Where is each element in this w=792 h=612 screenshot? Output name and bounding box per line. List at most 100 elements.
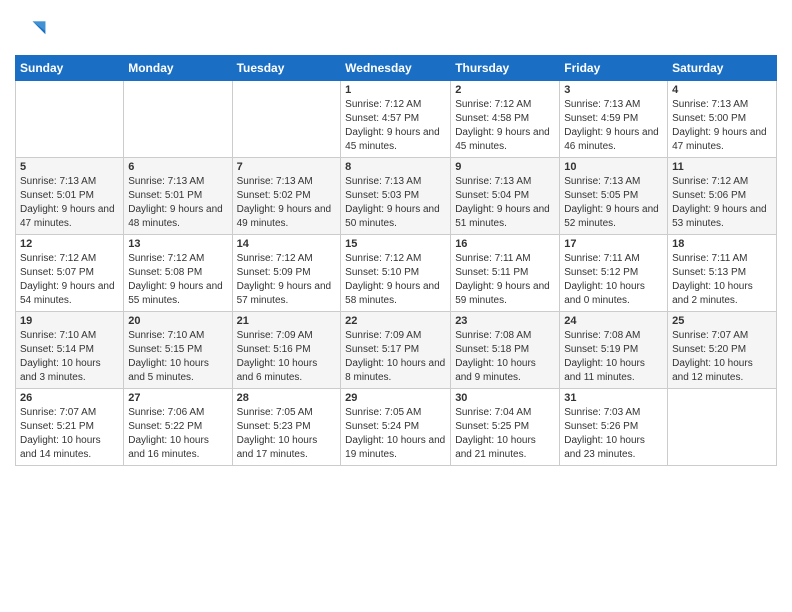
weekday-header-saturday: Saturday: [668, 56, 777, 81]
day-info: Sunrise: 7:13 AM Sunset: 5:03 PM Dayligh…: [345, 175, 446, 231]
day-info: Sunrise: 7:05 AM Sunset: 5:24 PM Dayligh…: [345, 406, 446, 462]
calendar-cell: [124, 81, 232, 158]
weekday-header-row: SundayMondayTuesdayWednesdayThursdayFrid…: [16, 56, 777, 81]
calendar-cell: 26 Sunrise: 7:07 AM Sunset: 5:21 PM Dayli…: [16, 389, 124, 466]
calendar-week-3: 12 Sunrise: 7:12 AM Sunset: 5:07 PM Dayli…: [16, 235, 777, 312]
calendar-week-2: 5 Sunrise: 7:13 AM Sunset: 5:01 PM Daylig…: [16, 158, 777, 235]
calendar-cell: 20 Sunrise: 7:10 AM Sunset: 5:15 PM Dayli…: [124, 312, 232, 389]
calendar-cell: 6 Sunrise: 7:13 AM Sunset: 5:01 PM Daylig…: [124, 158, 232, 235]
day-number: 20: [128, 315, 227, 327]
day-number: 14: [237, 238, 337, 250]
day-number: 18: [672, 238, 772, 250]
day-number: 21: [237, 315, 337, 327]
day-number: 30: [455, 392, 555, 404]
day-info: Sunrise: 7:09 AM Sunset: 5:16 PM Dayligh…: [237, 329, 337, 385]
calendar-cell: 7Sunrise: 7:13 AM Sunset: 5:02 PM Daylig…: [232, 158, 341, 235]
calendar-cell: 28Sunrise: 7:05 AM Sunset: 5:23 PM Dayli…: [232, 389, 341, 466]
day-info: Sunrise: 7:13 AM Sunset: 5:05 PM Dayligh…: [564, 175, 663, 231]
calendar-cell: 24 Sunrise: 7:08 AM Sunset: 5:19 PM Dayli…: [560, 312, 668, 389]
day-number: 7: [237, 161, 337, 173]
calendar-week-5: 26 Sunrise: 7:07 AM Sunset: 5:21 PM Dayli…: [16, 389, 777, 466]
calendar-cell: 14 Sunrise: 7:12 AM Sunset: 5:09 PM Dayli…: [232, 235, 341, 312]
day-info: Sunrise: 7:07 AM Sunset: 5:21 PM Dayligh…: [20, 406, 119, 462]
calendar-cell: 1 Sunrise: 7:12 AM Sunset: 4:57 PM Daylig…: [341, 81, 451, 158]
day-number: 25: [672, 315, 772, 327]
day-info: Sunrise: 7:13 AM Sunset: 5:04 PM Dayligh…: [455, 175, 555, 231]
weekday-header-tuesday: Tuesday: [232, 56, 341, 81]
calendar-week-4: 19Sunrise: 7:10 AM Sunset: 5:14 PM Dayli…: [16, 312, 777, 389]
calendar-cell: 22 Sunrise: 7:09 AM Sunset: 5:17 PM Dayli…: [341, 312, 451, 389]
calendar-cell: 12 Sunrise: 7:12 AM Sunset: 5:07 PM Dayli…: [16, 235, 124, 312]
day-number: 17: [564, 238, 663, 250]
day-number: 29: [345, 392, 446, 404]
day-info: Sunrise: 7:13 AM Sunset: 5:01 PM Dayligh…: [20, 175, 119, 231]
day-info: Sunrise: 7:12 AM Sunset: 4:57 PM Dayligh…: [345, 98, 446, 154]
logo-icon: [15, 15, 47, 47]
day-number: 19: [20, 315, 119, 327]
day-number: 10: [564, 161, 663, 173]
day-number: 6: [128, 161, 227, 173]
day-info: Sunrise: 7:12 AM Sunset: 4:58 PM Dayligh…: [455, 98, 555, 154]
day-number: 11: [672, 161, 772, 173]
calendar-cell: 11 Sunrise: 7:12 AM Sunset: 5:06 PM Dayli…: [668, 158, 777, 235]
day-info: Sunrise: 7:12 AM Sunset: 5:06 PM Dayligh…: [672, 175, 772, 231]
weekday-header-friday: Friday: [560, 56, 668, 81]
day-number: 28: [237, 392, 337, 404]
day-number: 22: [345, 315, 446, 327]
day-number: 9: [455, 161, 555, 173]
logo: [15, 15, 51, 47]
header: [15, 10, 777, 47]
day-number: 24: [564, 315, 663, 327]
day-number: 13: [128, 238, 227, 250]
day-info: Sunrise: 7:04 AM Sunset: 5:25 PM Dayligh…: [455, 406, 555, 462]
day-number: 23: [455, 315, 555, 327]
day-info: Sunrise: 7:11 AM Sunset: 5:12 PM Dayligh…: [564, 252, 663, 308]
calendar-cell: 15Sunrise: 7:12 AM Sunset: 5:10 PM Dayli…: [341, 235, 451, 312]
calendar-cell: 10 Sunrise: 7:13 AM Sunset: 5:05 PM Dayli…: [560, 158, 668, 235]
calendar-cell: 13Sunrise: 7:12 AM Sunset: 5:08 PM Dayli…: [124, 235, 232, 312]
day-info: Sunrise: 7:10 AM Sunset: 5:15 PM Dayligh…: [128, 329, 227, 385]
day-info: Sunrise: 7:12 AM Sunset: 5:09 PM Dayligh…: [237, 252, 337, 308]
calendar-cell: 9 Sunrise: 7:13 AM Sunset: 5:04 PM Daylig…: [451, 158, 560, 235]
day-number: 27: [128, 392, 227, 404]
calendar-week-1: 1 Sunrise: 7:12 AM Sunset: 4:57 PM Daylig…: [16, 81, 777, 158]
day-info: Sunrise: 7:08 AM Sunset: 5:18 PM Dayligh…: [455, 329, 555, 385]
day-info: Sunrise: 7:13 AM Sunset: 5:00 PM Dayligh…: [672, 98, 772, 154]
calendar-body: 1 Sunrise: 7:12 AM Sunset: 4:57 PM Daylig…: [16, 81, 777, 466]
day-info: Sunrise: 7:06 AM Sunset: 5:22 PM Dayligh…: [128, 406, 227, 462]
calendar-cell: 29 Sunrise: 7:05 AM Sunset: 5:24 PM Dayli…: [341, 389, 451, 466]
page: SundayMondayTuesdayWednesdayThursdayFrid…: [0, 0, 792, 481]
day-number: 12: [20, 238, 119, 250]
day-info: Sunrise: 7:13 AM Sunset: 5:01 PM Dayligh…: [128, 175, 227, 231]
calendar-cell: 5 Sunrise: 7:13 AM Sunset: 5:01 PM Daylig…: [16, 158, 124, 235]
weekday-header-sunday: Sunday: [16, 56, 124, 81]
calendar-cell: 17 Sunrise: 7:11 AM Sunset: 5:12 PM Dayli…: [560, 235, 668, 312]
day-info: Sunrise: 7:12 AM Sunset: 5:07 PM Dayligh…: [20, 252, 119, 308]
day-info: Sunrise: 7:09 AM Sunset: 5:17 PM Dayligh…: [345, 329, 446, 385]
calendar-cell: 21 Sunrise: 7:09 AM Sunset: 5:16 PM Dayli…: [232, 312, 341, 389]
calendar-cell: 25 Sunrise: 7:07 AM Sunset: 5:20 PM Dayli…: [668, 312, 777, 389]
day-info: Sunrise: 7:08 AM Sunset: 5:19 PM Dayligh…: [564, 329, 663, 385]
calendar-cell: 3Sunrise: 7:13 AM Sunset: 4:59 PM Daylig…: [560, 81, 668, 158]
calendar-cell: [16, 81, 124, 158]
calendar-cell: 16Sunrise: 7:11 AM Sunset: 5:11 PM Dayli…: [451, 235, 560, 312]
day-number: 26: [20, 392, 119, 404]
day-number: 1: [345, 84, 446, 96]
calendar-header: SundayMondayTuesdayWednesdayThursdayFrid…: [16, 56, 777, 81]
day-info: Sunrise: 7:07 AM Sunset: 5:20 PM Dayligh…: [672, 329, 772, 385]
calendar-cell: 27 Sunrise: 7:06 AM Sunset: 5:22 PM Dayli…: [124, 389, 232, 466]
calendar-cell: 18Sunrise: 7:11 AM Sunset: 5:13 PM Dayli…: [668, 235, 777, 312]
day-info: Sunrise: 7:11 AM Sunset: 5:11 PM Dayligh…: [455, 252, 555, 308]
day-number: 5: [20, 161, 119, 173]
day-number: 2: [455, 84, 555, 96]
calendar-cell: [668, 389, 777, 466]
calendar-cell: 4 Sunrise: 7:13 AM Sunset: 5:00 PM Daylig…: [668, 81, 777, 158]
calendar-cell: [232, 81, 341, 158]
day-number: 3: [564, 84, 663, 96]
calendar-cell: 8 Sunrise: 7:13 AM Sunset: 5:03 PM Daylig…: [341, 158, 451, 235]
calendar-cell: 31Sunrise: 7:03 AM Sunset: 5:26 PM Dayli…: [560, 389, 668, 466]
weekday-header-thursday: Thursday: [451, 56, 560, 81]
day-number: 8: [345, 161, 446, 173]
day-info: Sunrise: 7:03 AM Sunset: 5:26 PM Dayligh…: [564, 406, 663, 462]
day-number: 4: [672, 84, 772, 96]
